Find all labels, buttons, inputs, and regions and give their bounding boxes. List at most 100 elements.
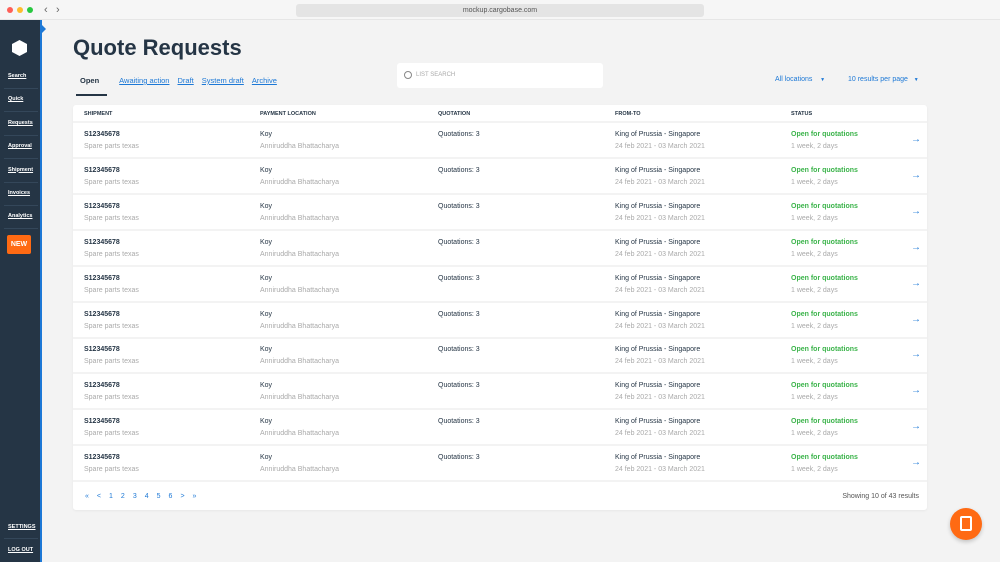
payment-person: Anniruddha Bhattacharya xyxy=(260,466,339,473)
page-link[interactable]: > xyxy=(180,493,184,500)
minimize-window-button[interactable] xyxy=(17,7,23,13)
quotation-count: Quotations: 3 xyxy=(438,311,480,318)
payment-person: Anniruddha Bhattacharya xyxy=(260,323,339,330)
column-header-shipment[interactable]: SHIPMENT xyxy=(84,111,112,117)
tab-draft[interactable]: Draft xyxy=(177,76,193,96)
shipment-id: S12345678 xyxy=(84,454,120,461)
page-link[interactable]: « xyxy=(85,493,89,500)
arrow-right-icon[interactable]: → xyxy=(911,421,921,432)
quotation-count: Quotations: 3 xyxy=(438,239,480,246)
table-row[interactable]: S12345678 Spare parts texas Koy Annirudd… xyxy=(73,410,927,446)
quotation-count: Quotations: 3 xyxy=(438,346,480,353)
shipment-id: S12345678 xyxy=(84,203,120,210)
payment-location: Koy xyxy=(260,311,272,318)
payment-person: Anniruddha Bhattacharya xyxy=(260,179,339,186)
status-age: 1 week, 2 days xyxy=(791,251,838,258)
table-row[interactable]: S12345678 Spare parts texas Koy Annirudd… xyxy=(73,123,927,159)
table-row[interactable]: S12345678 Spare parts texas Koy Annirudd… xyxy=(73,374,927,410)
page-link[interactable]: 2 xyxy=(121,493,125,500)
status-badge: Open for quotations xyxy=(791,167,858,174)
table-row[interactable]: S12345678 Spare parts texas Koy Annirudd… xyxy=(73,159,927,195)
table-row[interactable]: S12345678 Spare parts texas Koy Annirudd… xyxy=(73,303,927,339)
location-dropdown-label: All locations xyxy=(775,76,812,83)
page-link[interactable]: 1 xyxy=(109,493,113,500)
payment-person: Anniruddha Bhattacharya xyxy=(260,215,339,222)
route: King of Prussia - Singapore xyxy=(615,454,700,461)
page-link[interactable]: 4 xyxy=(145,493,149,500)
table-row[interactable]: S12345678 Spare parts texas Koy Annirudd… xyxy=(73,267,927,303)
status-badge: Open for quotations xyxy=(791,311,858,318)
column-header-status[interactable]: STATUS xyxy=(791,111,812,117)
status-badge: Open for quotations xyxy=(791,275,858,282)
shipment-id: S12345678 xyxy=(84,275,120,282)
column-header-payment location[interactable]: PAYMENT LOCATION xyxy=(260,111,316,117)
page-link[interactable]: » xyxy=(193,493,197,500)
table-row[interactable]: S12345678 Spare parts texas Koy Annirudd… xyxy=(73,195,927,231)
payment-person: Anniruddha Bhattacharya xyxy=(260,394,339,401)
page-link[interactable]: 5 xyxy=(157,493,161,500)
arrow-right-icon[interactable]: → xyxy=(911,242,921,253)
shipment-id: S12345678 xyxy=(84,311,120,318)
sidebar-item-settings[interactable]: SETTINGS xyxy=(8,524,36,530)
table-row[interactable]: S12345678 Spare parts texas Koy Annirudd… xyxy=(73,338,927,374)
arrow-right-icon[interactable]: → xyxy=(911,278,921,289)
forward-button[interactable]: › xyxy=(56,4,60,16)
page-link[interactable]: < xyxy=(97,493,101,500)
status-age: 1 week, 2 days xyxy=(791,287,838,294)
arrow-right-icon[interactable]: → xyxy=(911,206,921,217)
chat-widget-button[interactable] xyxy=(950,508,982,540)
shipment-description: Spare parts texas xyxy=(84,394,139,401)
arrow-right-icon[interactable]: → xyxy=(911,349,921,360)
page-link[interactable]: 6 xyxy=(169,493,173,500)
payment-location: Koy xyxy=(260,346,272,353)
status-age: 1 week, 2 days xyxy=(791,143,838,150)
tab-open[interactable]: Open xyxy=(76,76,107,96)
column-header-quotation[interactable]: QUOTATION xyxy=(438,111,470,117)
location-dropdown[interactable]: All locations ▼ xyxy=(775,76,825,83)
sidebar-item-invoices[interactable]: Invoices xyxy=(8,190,36,196)
close-window-button[interactable] xyxy=(7,7,13,13)
new-badge-button[interactable]: NEW xyxy=(7,235,31,254)
sidebar-item-search[interactable]: Search xyxy=(8,73,36,79)
shipment-description: Spare parts texas xyxy=(84,179,139,186)
payment-person: Anniruddha Bhattacharya xyxy=(260,358,339,365)
date-range: 24 feb 2021 - 03 March 2021 xyxy=(615,323,705,330)
arrow-right-icon[interactable]: → xyxy=(911,170,921,181)
tab-bar: OpenAwaiting actionDraftSystem draftArch… xyxy=(80,76,277,96)
address-bar[interactable]: mockup.cargobase.com xyxy=(296,4,704,17)
route: King of Prussia - Singapore xyxy=(615,131,700,138)
sidebar-item-approval[interactable]: Approval xyxy=(8,143,36,149)
tab-awaiting-action[interactable]: Awaiting action xyxy=(119,76,169,96)
per-page-dropdown[interactable]: 10 results per page ▼ xyxy=(848,76,919,83)
shipment-description: Spare parts texas xyxy=(84,466,139,473)
arrow-right-icon[interactable]: → xyxy=(911,457,921,468)
shipment-description: Spare parts texas xyxy=(84,287,139,294)
table-row[interactable]: S12345678 Spare parts texas Koy Annirudd… xyxy=(73,231,927,267)
tab-archive[interactable]: Archive xyxy=(252,76,277,96)
quotation-count: Quotations: 3 xyxy=(438,382,480,389)
arrow-right-icon[interactable]: → xyxy=(911,314,921,325)
page-link[interactable]: 3 xyxy=(133,493,137,500)
date-range: 24 feb 2021 - 03 March 2021 xyxy=(615,143,705,150)
tab-system-draft[interactable]: System draft xyxy=(202,76,244,96)
divider xyxy=(4,228,38,229)
sidebar: Search Quick Requests Approval Shipment Invoi… xyxy=(0,20,42,562)
page-title: Quote Requests xyxy=(73,35,242,61)
maximize-window-button[interactable] xyxy=(27,7,33,13)
sidebar-collapse-caret-icon[interactable] xyxy=(42,25,46,33)
sidebar-item-quick[interactable]: Quick xyxy=(8,96,36,102)
sidebar-item-shipment[interactable]: Shipment xyxy=(8,167,36,173)
table-row[interactable]: S12345678 Spare parts texas Koy Annirudd… xyxy=(73,446,927,482)
list-search-input[interactable]: LIST SEARCH xyxy=(397,63,603,88)
column-header-from-to[interactable]: FROM-TO xyxy=(615,111,641,117)
sidebar-item-logout[interactable]: LOG OUT xyxy=(8,547,36,553)
sidebar-item-analytics[interactable]: Analytics xyxy=(8,213,36,219)
per-page-dropdown-label: 10 results per page xyxy=(848,76,908,83)
logo-hexagon-icon[interactable] xyxy=(12,40,27,56)
arrow-right-icon[interactable]: → xyxy=(911,385,921,396)
browser-toolbar: ‹ › mockup.cargobase.com xyxy=(0,0,1000,20)
sidebar-item-requests[interactable]: Requests xyxy=(8,120,36,126)
back-button[interactable]: ‹ xyxy=(44,4,48,16)
payment-person: Anniruddha Bhattacharya xyxy=(260,287,339,294)
arrow-right-icon[interactable]: → xyxy=(911,134,921,145)
